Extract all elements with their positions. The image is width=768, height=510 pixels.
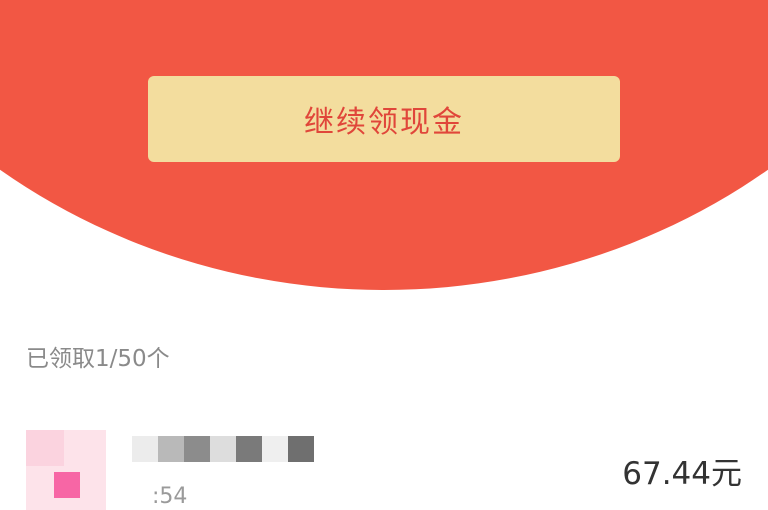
- mosaic-block: [184, 436, 210, 462]
- claim-amount: 67.44元: [622, 456, 742, 492]
- mosaic-block: [236, 436, 262, 462]
- blurred-user-name: [132, 436, 314, 462]
- claimed-count-label: 已领取1/50个: [26, 346, 170, 372]
- continue-claim-cash-button[interactable]: 继续领现金: [148, 76, 620, 162]
- mosaic-block: [288, 436, 314, 462]
- mosaic-block: [210, 436, 236, 462]
- claim-time: :54: [152, 484, 188, 509]
- mosaic-block: [158, 436, 184, 462]
- avatar: [26, 430, 106, 510]
- mosaic-block: [262, 436, 288, 462]
- mosaic-block: [132, 436, 158, 462]
- avatar-image: [54, 472, 80, 498]
- red-packet-screen: 继续领现金 已领取1/50个 :54 67.44元: [0, 0, 768, 510]
- list-item: :54 67.44元: [0, 420, 768, 510]
